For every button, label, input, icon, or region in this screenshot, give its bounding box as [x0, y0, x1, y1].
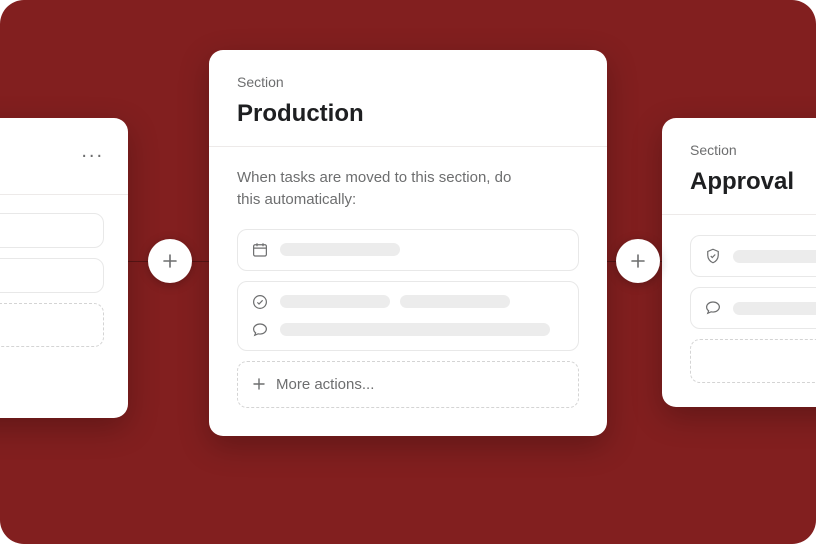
more-actions-placeholder[interactable] [0, 303, 104, 347]
more-actions-label: More actions... [276, 376, 374, 393]
section-label: Section [690, 142, 816, 158]
plus-icon [162, 253, 178, 269]
placeholder-bar [280, 243, 400, 256]
section-card: ... [0, 118, 128, 418]
automation-prompt: When tasks are moved to this section, do… [237, 167, 517, 211]
rule-card[interactable] [690, 287, 816, 329]
placeholder-bar [733, 250, 816, 263]
approval-icon [703, 246, 723, 266]
placeholder-bar [733, 302, 816, 315]
rule-card[interactable] [237, 281, 579, 351]
section-title: Approval [690, 168, 816, 196]
check-circle-icon [250, 292, 270, 312]
rule-card[interactable] [0, 213, 104, 248]
calendar-icon [250, 240, 270, 260]
section-label: Section [237, 74, 579, 90]
rule-card[interactable] [237, 229, 579, 271]
more-actions-placeholder[interactable] [690, 339, 816, 383]
rule-card[interactable] [0, 258, 104, 293]
comment-icon [250, 320, 270, 340]
more-actions-button[interactable]: More actions... [237, 361, 579, 408]
placeholder-bar [280, 295, 390, 308]
plus-icon [630, 253, 646, 269]
section-card: Section Approval [662, 118, 816, 407]
placeholder-bar [400, 295, 510, 308]
workflow-canvas: ... Section Production When tasks are m [0, 0, 816, 544]
section-title: Production [237, 100, 579, 128]
more-options-icon[interactable]: ... [81, 140, 104, 163]
comment-icon [703, 298, 723, 318]
plus-icon [252, 377, 266, 391]
placeholder-bar [280, 323, 550, 336]
add-section-button[interactable] [616, 239, 660, 283]
rule-card[interactable] [690, 235, 816, 277]
section-card: Section Production When tasks are moved … [209, 50, 607, 436]
add-section-button[interactable] [148, 239, 192, 283]
